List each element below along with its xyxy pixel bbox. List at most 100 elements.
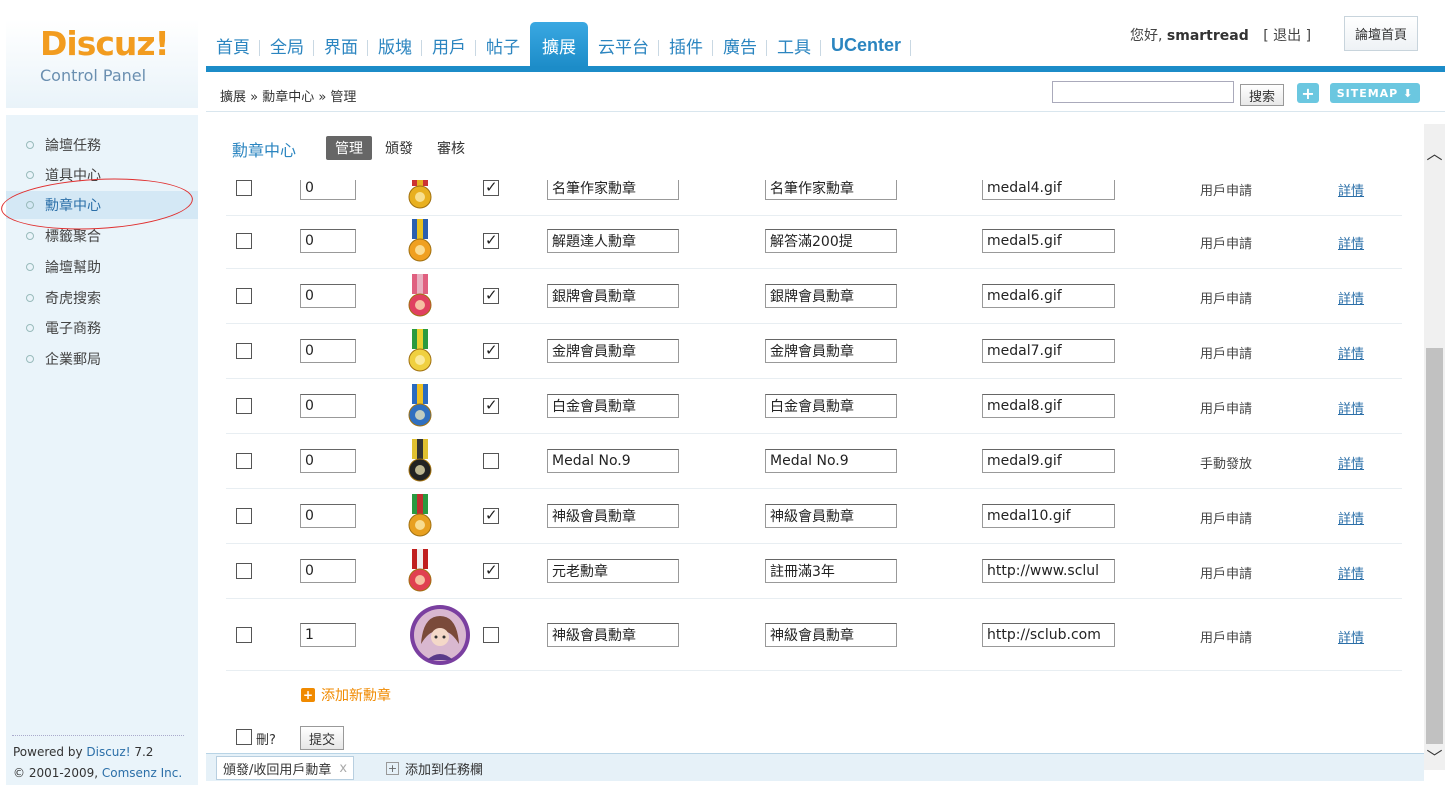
- medal-image-input[interactable]: medal7.gif: [982, 339, 1115, 363]
- display-order-input[interactable]: 0: [300, 449, 356, 473]
- medal-image-input[interactable]: medal6.gif: [982, 284, 1115, 308]
- add-shortcut-button[interactable]: +: [1297, 83, 1319, 103]
- display-order-input[interactable]: 1: [300, 623, 356, 647]
- detail-link[interactable]: 詳情: [1338, 343, 1364, 362]
- medal-desc-input[interactable]: 解答滿200提: [765, 229, 897, 253]
- add-medal-link[interactable]: + 添加新勳章: [301, 685, 391, 705]
- nav-item-4[interactable]: 用戶: [422, 22, 476, 68]
- display-order-input[interactable]: 0: [300, 394, 356, 418]
- sidebar-item-7[interactable]: 企業郵局: [6, 345, 198, 373]
- available-checkbox[interactable]: [483, 453, 499, 469]
- task-item[interactable]: 頒發/收回用戶勳章 x: [216, 756, 355, 780]
- submit-button[interactable]: 提交: [300, 726, 344, 750]
- delete-checkbox[interactable]: [236, 627, 252, 643]
- medal-image-input[interactable]: http://www.sclul: [982, 559, 1115, 583]
- scroll-up-icon[interactable]: ︿: [1424, 140, 1445, 164]
- tab-0[interactable]: 管理: [326, 136, 372, 160]
- medal-name-input[interactable]: Medal No.9: [547, 449, 679, 473]
- detail-link[interactable]: 詳情: [1338, 288, 1364, 307]
- detail-link[interactable]: 詳情: [1338, 563, 1364, 582]
- display-order-input[interactable]: 0: [300, 229, 356, 253]
- medal-image-icon: [406, 494, 434, 538]
- available-checkbox[interactable]: [483, 506, 499, 524]
- nav-item-6[interactable]: 擴展: [530, 22, 588, 68]
- medal-name-input[interactable]: 元老勳章: [547, 559, 679, 583]
- forum-home-button[interactable]: 論壇首頁: [1344, 16, 1418, 51]
- medal-image-input[interactable]: medal9.gif: [982, 449, 1115, 473]
- display-order-input[interactable]: 0: [300, 339, 356, 363]
- medal-desc-input[interactable]: 銀牌會員勳章: [765, 284, 897, 308]
- medal-desc-input[interactable]: 註冊滿3年: [765, 559, 897, 583]
- scrollbar-thumb[interactable]: [1426, 348, 1443, 744]
- medal-desc-input[interactable]: 金牌會員勳章: [765, 339, 897, 363]
- available-checkbox[interactable]: [483, 627, 499, 643]
- search-input[interactable]: [1052, 81, 1234, 103]
- sidebar-item-0[interactable]: 論壇任務: [6, 131, 198, 159]
- nav-item-2[interactable]: 界面: [314, 22, 368, 68]
- sitemap-button[interactable]: SITEMAP ⬇: [1330, 83, 1420, 103]
- nav-item-9[interactable]: 廣告: [713, 22, 767, 68]
- display-order-input[interactable]: 0: [300, 504, 356, 528]
- nav-item-10[interactable]: 工具: [767, 22, 821, 68]
- delete-checkbox[interactable]: [236, 453, 252, 469]
- medal-desc-input[interactable]: 神級會員勳章: [765, 623, 897, 647]
- nav-item-5[interactable]: 帖子: [476, 22, 530, 68]
- medal-name-input[interactable]: 金牌會員勳章: [547, 339, 679, 363]
- detail-link[interactable]: 詳情: [1338, 180, 1364, 199]
- medal-desc-input[interactable]: Medal No.9: [765, 449, 897, 473]
- medal-image-input[interactable]: medal8.gif: [982, 394, 1115, 418]
- medal-desc-input[interactable]: 白金會員勳章: [765, 394, 897, 418]
- available-checkbox[interactable]: [483, 178, 499, 196]
- delete-checkbox[interactable]: [236, 343, 252, 359]
- available-checkbox[interactable]: [483, 231, 499, 249]
- available-checkbox[interactable]: [483, 396, 499, 414]
- available-checkbox[interactable]: [483, 341, 499, 359]
- search-button[interactable]: 搜索: [1240, 84, 1284, 106]
- display-order-input[interactable]: 0: [300, 284, 356, 308]
- available-checkbox[interactable]: [483, 286, 499, 304]
- delete-checkbox[interactable]: [236, 233, 252, 249]
- medal-image-input[interactable]: http://sclub.com: [982, 623, 1115, 647]
- nav-item-1[interactable]: 全局: [260, 22, 314, 68]
- close-icon[interactable]: x: [339, 761, 347, 776]
- available-checkbox[interactable]: [483, 561, 499, 579]
- sidebar-item-6[interactable]: 電子商務: [6, 314, 198, 342]
- delete-checkbox[interactable]: [236, 508, 252, 524]
- tab-1[interactable]: 頒發: [376, 136, 422, 160]
- comsenz-link[interactable]: Comsenz Inc.: [102, 766, 182, 780]
- detail-link[interactable]: 詳情: [1338, 508, 1364, 527]
- scroll-down-icon[interactable]: ﹀: [1424, 745, 1445, 767]
- nav-item-0[interactable]: 首頁: [206, 22, 260, 68]
- nav-item-8[interactable]: 插件: [659, 22, 713, 68]
- powered-by: Powered by Discuz! 7.2 © 2001-2009, Coms…: [13, 742, 182, 784]
- tab-2[interactable]: 審核: [428, 136, 474, 160]
- medal-name-input[interactable]: 白金會員勳章: [547, 394, 679, 418]
- nav-item-7[interactable]: 云平台: [588, 22, 659, 68]
- nav-item-3[interactable]: 版塊: [368, 22, 422, 68]
- delete-checkbox[interactable]: [236, 563, 252, 579]
- medal-desc-input[interactable]: 神級會員勳章: [765, 504, 897, 528]
- sidebar-item-4[interactable]: 論壇幫助: [6, 253, 198, 281]
- detail-link[interactable]: 詳情: [1338, 453, 1364, 472]
- discuz-link[interactable]: Discuz!: [86, 745, 130, 759]
- sidebar-item-5[interactable]: 奇虎搜索: [6, 284, 198, 312]
- logout-link[interactable]: [ 退出 ]: [1263, 28, 1311, 44]
- medal-image-input[interactable]: medal10.gif: [982, 504, 1115, 528]
- medal-name-input[interactable]: 神級會員勳章: [547, 504, 679, 528]
- detail-link[interactable]: 詳情: [1338, 233, 1364, 252]
- nav-item-11[interactable]: UCenter: [821, 22, 912, 68]
- medal-name-input[interactable]: 銀牌會員勳章: [547, 284, 679, 308]
- detail-link[interactable]: 詳情: [1338, 398, 1364, 417]
- delete-checkbox[interactable]: [236, 288, 252, 304]
- detail-link[interactable]: 詳情: [1338, 627, 1364, 646]
- display-order-input[interactable]: 0: [300, 559, 356, 583]
- add-to-taskbar[interactable]: + 添加到任務欄: [386, 759, 483, 778]
- greeting: 您好,: [1130, 28, 1163, 44]
- medal-name-input[interactable]: 神級會員勳章: [547, 623, 679, 647]
- discuz-logo[interactable]: Discuz! Control Panel: [6, 20, 198, 108]
- medal-name-input[interactable]: 解題達人勳章: [547, 229, 679, 253]
- delete-all-checkbox[interactable]: [236, 729, 252, 745]
- delete-checkbox[interactable]: [236, 180, 252, 196]
- delete-checkbox[interactable]: [236, 398, 252, 414]
- medal-image-input[interactable]: medal5.gif: [982, 229, 1115, 253]
